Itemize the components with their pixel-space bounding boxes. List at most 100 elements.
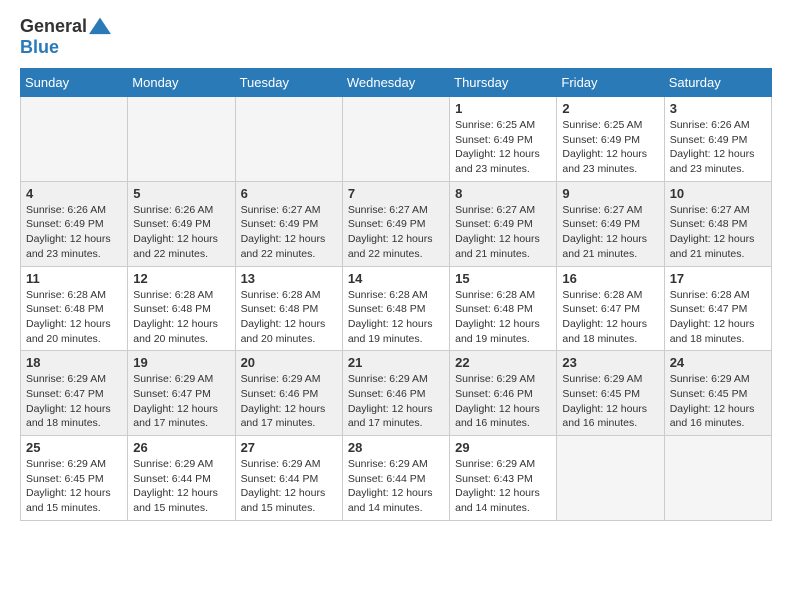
day-number: 21 [348,355,444,370]
day-info: Sunrise: 6:29 AM Sunset: 6:43 PM Dayligh… [455,457,551,516]
day-number: 3 [670,101,766,116]
calendar-cell: 1 Sunrise: 6:25 AM Sunset: 6:49 PM Daylig… [450,97,557,182]
calendar-cell: 7 Sunrise: 6:27 AM Sunset: 6:49 PM Daylig… [342,181,449,266]
calendar-cell: 22 Sunrise: 6:29 AM Sunset: 6:46 PM Dayli… [450,351,557,436]
calendar-cell: 10 Sunrise: 6:27 AM Sunset: 6:48 PM Dayli… [664,181,771,266]
day-info: Sunrise: 6:28 AM Sunset: 6:47 PM Dayligh… [562,288,658,347]
calendar-cell: 14Sunrise: 6:28 AM Sunset: 6:48 PM Dayli… [342,266,449,351]
calendar-week-row: 4 Sunrise: 6:26 AM Sunset: 6:49 PM Daylig… [21,181,772,266]
calendar-cell: 5 Sunrise: 6:26 AM Sunset: 6:49 PM Daylig… [128,181,235,266]
column-header-thursday: Thursday [450,69,557,97]
logo-icon [89,14,111,36]
day-info: Sunrise: 6:29 AM Sunset: 6:46 PM Dayligh… [241,372,337,431]
calendar-cell: 18 Sunrise: 6:29 AM Sunset: 6:47 PM Dayli… [21,351,128,436]
day-number: 26 [133,440,229,455]
column-header-saturday: Saturday [664,69,771,97]
logo-blue: Blue [20,37,59,58]
calendar-week-row: 18 Sunrise: 6:29 AM Sunset: 6:47 PM Dayli… [21,351,772,436]
calendar-table: SundayMondayTuesdayWednesdayThursdayFrid… [20,68,772,521]
day-number: 27 [241,440,337,455]
calendar-cell [664,436,771,521]
day-number: 18 [26,355,122,370]
day-number: 12 [133,271,229,286]
calendar-cell [557,436,664,521]
day-info: Sunrise: 6:25 AM Sunset: 6:49 PM Dayligh… [455,118,551,177]
calendar-cell: 25Sunrise: 6:29 AM Sunset: 6:45 PM Dayli… [21,436,128,521]
calendar-cell: 28Sunrise: 6:29 AM Sunset: 6:44 PM Dayli… [342,436,449,521]
column-header-tuesday: Tuesday [235,69,342,97]
day-info: Sunrise: 6:28 AM Sunset: 6:48 PM Dayligh… [26,288,122,347]
day-info: Sunrise: 6:25 AM Sunset: 6:49 PM Dayligh… [562,118,658,177]
day-number: 6 [241,186,337,201]
calendar-cell: 4 Sunrise: 6:26 AM Sunset: 6:49 PM Daylig… [21,181,128,266]
column-header-monday: Monday [128,69,235,97]
column-header-wednesday: Wednesday [342,69,449,97]
day-info: Sunrise: 6:27 AM Sunset: 6:48 PM Dayligh… [670,203,766,262]
day-number: 1 [455,101,551,116]
day-number: 16 [562,271,658,286]
calendar-header-row: SundayMondayTuesdayWednesdayThursdayFrid… [21,69,772,97]
day-number: 8 [455,186,551,201]
calendar-cell: 29 Sunrise: 6:29 AM Sunset: 6:43 PM Dayli… [450,436,557,521]
day-number: 5 [133,186,229,201]
day-info: Sunrise: 6:28 AM Sunset: 6:48 PM Dayligh… [455,288,551,347]
calendar-cell: 26 Sunrise: 6:29 AM Sunset: 6:44 PM Dayli… [128,436,235,521]
calendar-cell: 16 Sunrise: 6:28 AM Sunset: 6:47 PM Dayli… [557,266,664,351]
day-number: 10 [670,186,766,201]
calendar-cell: 24 Sunrise: 6:29 AM Sunset: 6:45 PM Dayli… [664,351,771,436]
calendar-cell: 19Sunrise: 6:29 AM Sunset: 6:47 PM Dayli… [128,351,235,436]
day-info: Sunrise: 6:27 AM Sunset: 6:49 PM Dayligh… [562,203,658,262]
day-number: 9 [562,186,658,201]
day-info: Sunrise: 6:29 AM Sunset: 6:45 PM Dayligh… [670,372,766,431]
day-number: 4 [26,186,122,201]
calendar-week-row: 11Sunrise: 6:28 AM Sunset: 6:48 PM Dayli… [21,266,772,351]
day-number: 24 [670,355,766,370]
calendar-cell: 11Sunrise: 6:28 AM Sunset: 6:48 PM Dayli… [21,266,128,351]
calendar-cell: 9 Sunrise: 6:27 AM Sunset: 6:49 PM Daylig… [557,181,664,266]
day-info: Sunrise: 6:29 AM Sunset: 6:44 PM Dayligh… [241,457,337,516]
column-header-friday: Friday [557,69,664,97]
day-info: Sunrise: 6:29 AM Sunset: 6:46 PM Dayligh… [348,372,444,431]
day-info: Sunrise: 6:26 AM Sunset: 6:49 PM Dayligh… [670,118,766,177]
day-info: Sunrise: 6:26 AM Sunset: 6:49 PM Dayligh… [26,203,122,262]
day-info: Sunrise: 6:29 AM Sunset: 6:46 PM Dayligh… [455,372,551,431]
calendar-week-row: 1 Sunrise: 6:25 AM Sunset: 6:49 PM Daylig… [21,97,772,182]
day-number: 29 [455,440,551,455]
day-info: Sunrise: 6:29 AM Sunset: 6:44 PM Dayligh… [133,457,229,516]
calendar-cell: 8 Sunrise: 6:27 AM Sunset: 6:49 PM Daylig… [450,181,557,266]
day-info: Sunrise: 6:29 AM Sunset: 6:45 PM Dayligh… [562,372,658,431]
calendar-cell [128,97,235,182]
calendar-cell: 20 Sunrise: 6:29 AM Sunset: 6:46 PM Dayli… [235,351,342,436]
calendar-cell: 23 Sunrise: 6:29 AM Sunset: 6:45 PM Dayli… [557,351,664,436]
day-number: 17 [670,271,766,286]
day-number: 13 [241,271,337,286]
calendar-cell: 21 Sunrise: 6:29 AM Sunset: 6:46 PM Dayli… [342,351,449,436]
day-info: Sunrise: 6:29 AM Sunset: 6:47 PM Dayligh… [26,372,122,431]
day-info: Sunrise: 6:28 AM Sunset: 6:48 PM Dayligh… [133,288,229,347]
page-header: General Blue [20,16,772,58]
day-info: Sunrise: 6:26 AM Sunset: 6:49 PM Dayligh… [133,203,229,262]
calendar-cell: 15Sunrise: 6:28 AM Sunset: 6:48 PM Dayli… [450,266,557,351]
calendar-cell: 2Sunrise: 6:25 AM Sunset: 6:49 PM Daylig… [557,97,664,182]
day-info: Sunrise: 6:27 AM Sunset: 6:49 PM Dayligh… [455,203,551,262]
day-number: 28 [348,440,444,455]
calendar-cell [342,97,449,182]
day-info: Sunrise: 6:28 AM Sunset: 6:48 PM Dayligh… [241,288,337,347]
day-number: 7 [348,186,444,201]
calendar-week-row: 25Sunrise: 6:29 AM Sunset: 6:45 PM Dayli… [21,436,772,521]
day-info: Sunrise: 6:27 AM Sunset: 6:49 PM Dayligh… [348,203,444,262]
calendar-cell [21,97,128,182]
day-number: 23 [562,355,658,370]
day-info: Sunrise: 6:28 AM Sunset: 6:47 PM Dayligh… [670,288,766,347]
column-header-sunday: Sunday [21,69,128,97]
day-number: 22 [455,355,551,370]
calendar-cell [235,97,342,182]
logo: General Blue [20,16,111,58]
calendar-cell: 17 Sunrise: 6:28 AM Sunset: 6:47 PM Dayli… [664,266,771,351]
day-number: 20 [241,355,337,370]
day-info: Sunrise: 6:27 AM Sunset: 6:49 PM Dayligh… [241,203,337,262]
calendar-cell: 6 Sunrise: 6:27 AM Sunset: 6:49 PM Daylig… [235,181,342,266]
logo-general: General [20,16,87,37]
calendar-cell: 13 Sunrise: 6:28 AM Sunset: 6:48 PM Dayli… [235,266,342,351]
calendar-cell: 12 Sunrise: 6:28 AM Sunset: 6:48 PM Dayli… [128,266,235,351]
